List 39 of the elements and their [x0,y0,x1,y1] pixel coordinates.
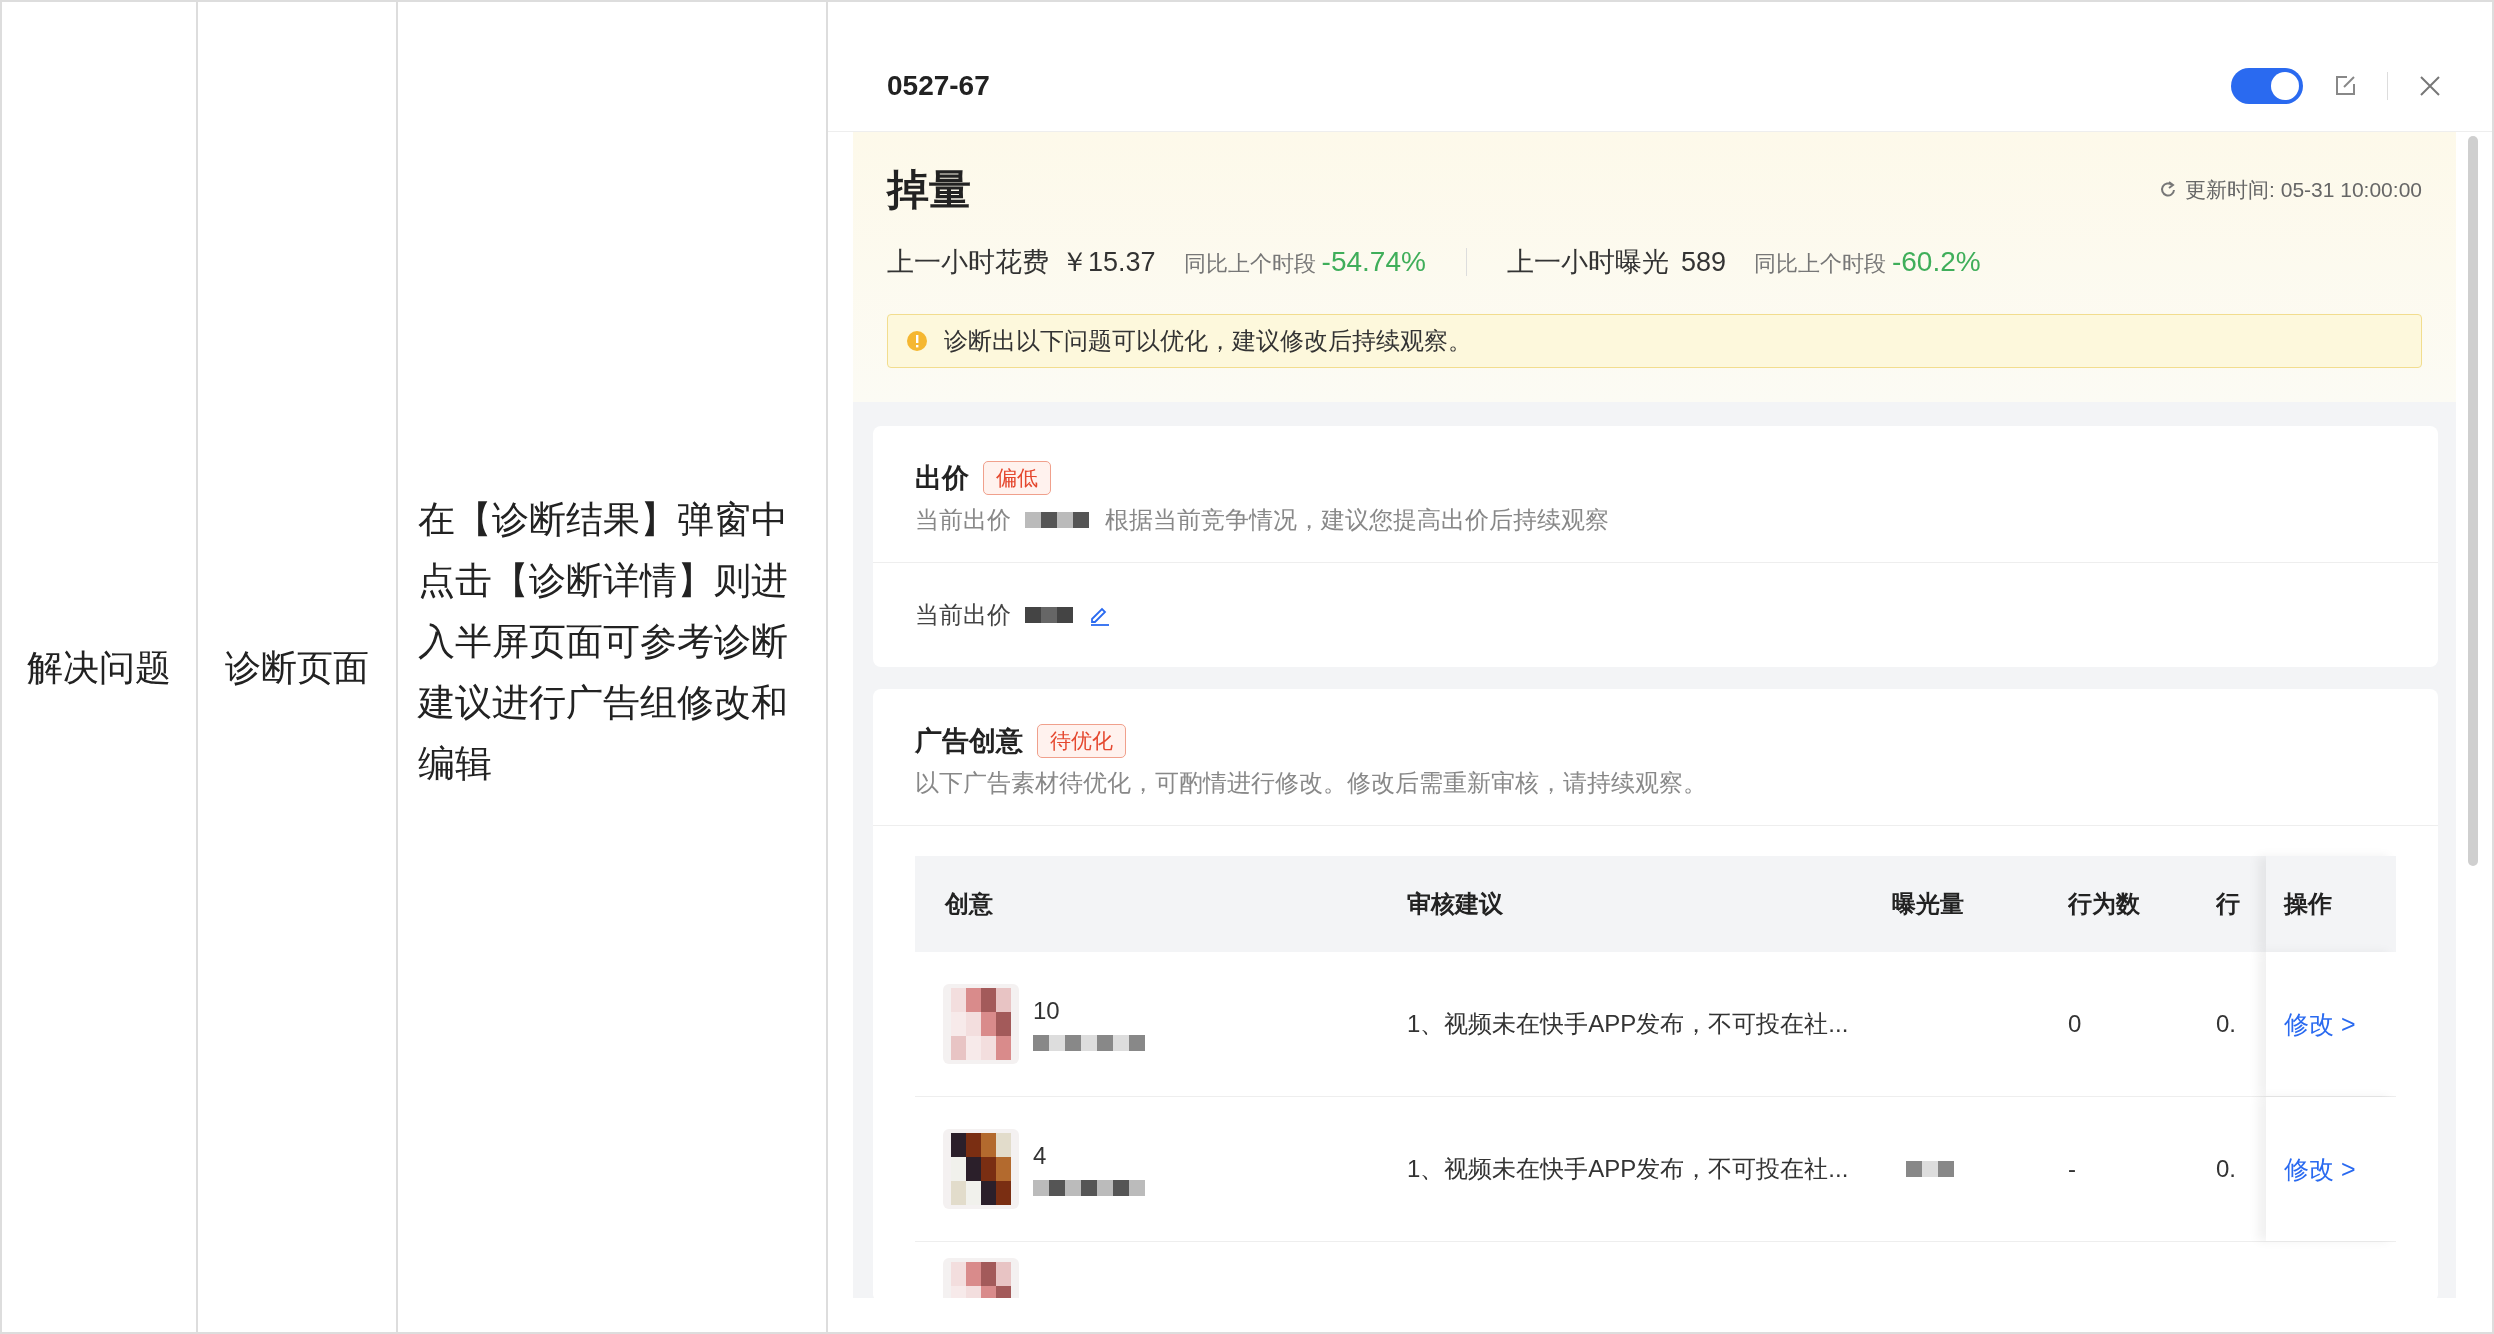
status-tag: 待优化 [1037,724,1126,758]
change-value: -60.2% [1891,246,1981,278]
creative-title: 4 [1033,1142,1048,1170]
field-label: 当前出价 [915,600,1011,630]
metric-label: 上一小时花费 [887,246,1049,279]
column-header: 曝光量 [1892,889,1965,919]
update-time: 更新时间: 05-31 10:00:00 [2185,177,2422,203]
column-header: 行为数 [2068,889,2141,919]
column-header: 创意 [943,889,994,919]
table-cell-text: 0. [2216,1154,2237,1184]
edit-link[interactable]: 修改 > [2284,1152,2356,1186]
compare-label: 同比上个时段 [1753,250,1886,278]
alert-text: 诊断出以下问题可以优化，建议修改后持续观察。 [944,326,1472,356]
table-cell-text: 1、视频未在快手APP发布，不可投在社... [1406,1154,1850,1184]
edit-link[interactable]: 修改 > [2284,1007,2356,1041]
column-header: 操作 [2266,856,2396,952]
column-header: 行 [2216,889,2241,919]
metric-value: 589 [1680,247,1726,278]
section-title: 掉量 [887,165,971,215]
change-value: -54.74% [1321,246,1426,278]
card-title: 出价 [915,462,969,495]
description-text: 以下广告素材待优化，可酌情进行修改。修改后需重新审核，请持续观察。 [915,768,1708,798]
metric-value: ￥15.37 [1061,246,1156,279]
creative-title: 10 [1033,997,1061,1025]
table-cell-text: 解决问题 [27,645,171,690]
table-cell-text: 0 [2068,1009,2083,1039]
compare-label: 同比上个时段 [1183,250,1316,278]
card-title: 广告创意 [915,725,1023,758]
status-tag: 偏低 [983,461,1051,495]
table-cell-text: 1、视频未在快手APP发布，不可投在社... [1406,1009,1850,1039]
table-cell-text: 0. [2216,1009,2237,1039]
table-cell-text: 诊断页面 [225,645,369,690]
column-header: 审核建议 [1406,889,1504,919]
table-cell-text: 在【诊断结果】弹窗中点击【诊断详情】则进入半屏页面可参考诊断建议进行广告组修改和编辑 [418,497,789,786]
panel-title: 0527-67 [887,69,991,102]
description-label: 当前出价 [915,505,1011,535]
description-text: 根据当前竞争情况，建议您提高出价后持续观察 [1105,505,1609,535]
metric-label: 上一小时曝光 [1506,246,1669,279]
table-cell-text: - [2068,1154,2077,1184]
